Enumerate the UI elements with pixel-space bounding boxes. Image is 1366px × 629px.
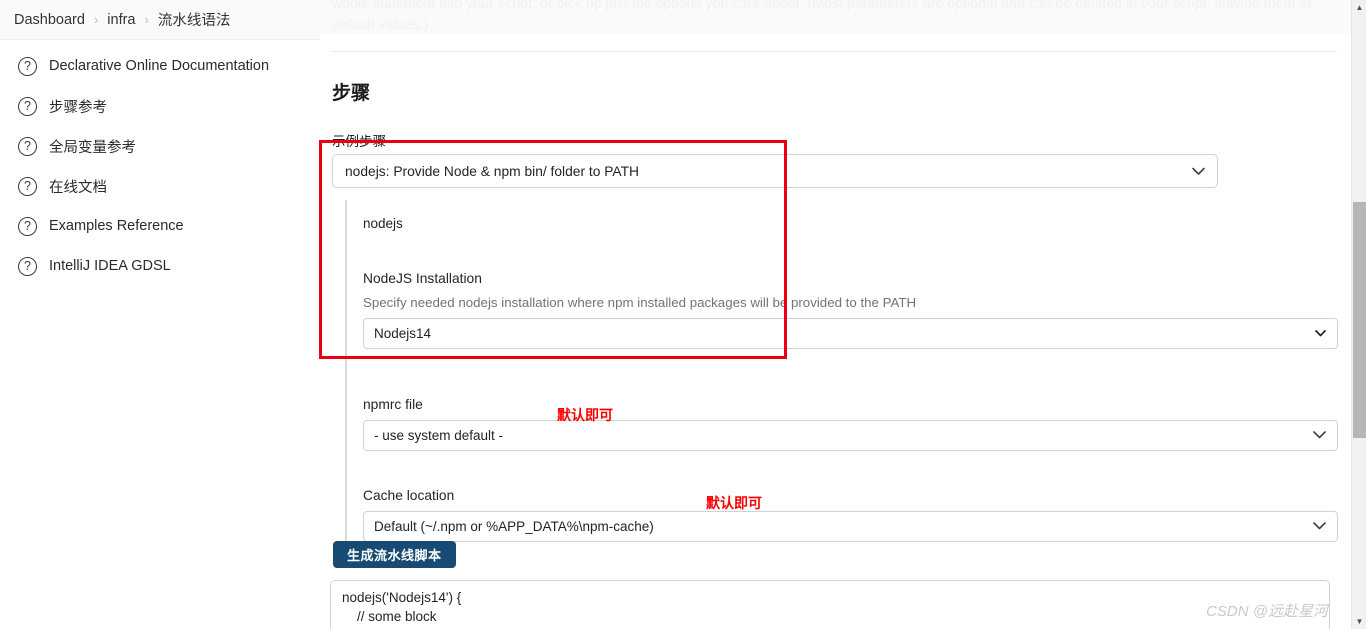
sidebar-item-intellij-idea-gdsl[interactable]: IntelliJ IDEA GDSL (0, 246, 320, 286)
page-title: 步骤 (332, 83, 371, 104)
chevron-down-icon (1315, 319, 1326, 348)
npmrc-file-select[interactable]: - use system default - (363, 420, 1338, 451)
breadcrumb-separator-icon: › (93, 12, 99, 27)
sidebar-item-declarative-online-documentation[interactable]: Declarative Online Documentation (0, 46, 320, 86)
sidebar-item-label: 全局变量参考 (49, 139, 136, 156)
help-circle-icon (18, 96, 37, 116)
chevron-down-icon (1313, 512, 1326, 541)
step-parameter-panel: nodejs NodeJS Installation Specify neede… (345, 200, 1338, 542)
breadcrumb-item-dashboard[interactable]: Dashboard (14, 12, 85, 28)
sidebar-item-examples-reference[interactable]: Examples Reference (0, 206, 320, 246)
content-divider (332, 51, 1337, 52)
breadcrumb: Dashboard › infra › 流水线语法 (0, 0, 320, 40)
scroll-up-arrow-icon[interactable]: ▲ (1352, 0, 1366, 15)
generated-script-output[interactable]: nodejs('Nodejs14') { // some block } (330, 580, 1330, 629)
cache-location-label: Cache location (363, 488, 455, 503)
nodejs-installation-select[interactable]: Nodejs14 (363, 318, 1338, 349)
group-description: Specify needed nodejs installation where… (363, 295, 917, 310)
nodejs-installation-value: Nodejs14 (374, 326, 432, 341)
vertical-scrollbar[interactable]: ▲ ▼ (1351, 0, 1366, 629)
step-selector[interactable]: nodejs: Provide Node & npm bin/ folder t… (332, 154, 1218, 188)
chevron-down-icon (1192, 164, 1205, 179)
help-circle-icon (18, 56, 37, 76)
intro-paragraph-ghost: whole statement into your script, or pic… (332, 0, 1312, 32)
npmrc-file-value: - use system default - (374, 428, 504, 443)
breadcrumb-item-infra[interactable]: infra (107, 12, 135, 28)
step-selector-value: nodejs: Provide Node & npm bin/ folder t… (345, 163, 639, 179)
chevron-down-icon (1313, 421, 1326, 450)
sidebar-nav: Declarative Online Documentation 步骤参考 全局… (0, 40, 320, 629)
panel-heading-nodejs: nodejs (363, 216, 403, 231)
npmrc-file-label: npmrc file (363, 397, 423, 412)
breadcrumb-item-current: 流水线语法 (157, 13, 231, 29)
cache-location-select[interactable]: Default (~/.npm or %APP_DATA%\npm-cache) (363, 511, 1338, 542)
sidebar-item-global-variable-reference[interactable]: 全局变量参考 (0, 126, 320, 166)
sidebar-item-step-reference[interactable]: 步骤参考 (0, 86, 320, 126)
sidebar-item-label: Declarative Online Documentation (49, 58, 270, 74)
sidebar-item-label: Examples Reference (49, 218, 184, 234)
sidebar-item-label: IntelliJ IDEA GDSL (49, 258, 171, 274)
help-circle-icon (18, 256, 37, 276)
sidebar-item-label: 步骤参考 (49, 99, 107, 116)
scrollbar-thumb[interactable] (1353, 202, 1366, 438)
help-circle-icon (18, 136, 37, 156)
scroll-down-arrow-icon[interactable]: ▼ (1352, 614, 1366, 629)
sample-step-label: 示例步骤 (332, 134, 386, 149)
cache-location-value: Default (~/.npm or %APP_DATA%\npm-cache) (374, 519, 654, 534)
sidebar-item-online-documentation[interactable]: 在线文档 (0, 166, 320, 206)
help-circle-icon (18, 216, 37, 236)
help-circle-icon (18, 176, 37, 196)
sidebar-item-label: 在线文档 (49, 179, 107, 196)
app-window: Declarative Directive Generator whole st… (0, 0, 1366, 629)
generate-pipeline-script-button[interactable]: 生成流水线脚本 (333, 541, 456, 568)
group-title-nodejs-installation: NodeJS Installation (363, 271, 482, 286)
main-content: 步骤 示例步骤 nodejs: Provide Node & npm bin/ … (320, 0, 1351, 629)
breadcrumb-separator-icon: › (144, 12, 149, 27)
